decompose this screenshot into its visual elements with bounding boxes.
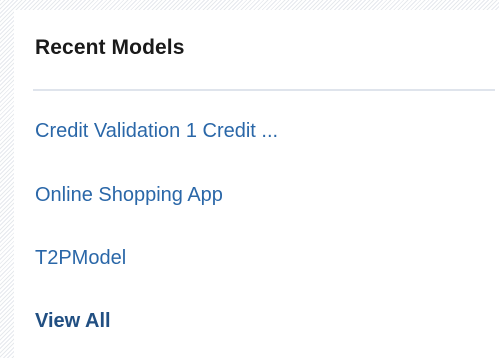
model-link-t2pmodel[interactable]: T2PModel [35,247,126,270]
model-link-credit-validation[interactable]: Credit Validation 1 Credit ... [35,120,278,143]
recent-models-card: Recent Models Credit Validation 1 Credit… [14,10,499,358]
panel-title: Recent Models [35,36,185,59]
recent-models-panel: Recent Models Credit Validation 1 Credit… [0,0,499,358]
model-link-online-shopping-app[interactable]: Online Shopping App [35,184,223,207]
title-divider [33,89,495,91]
hatched-border-left [0,0,14,358]
view-all-link[interactable]: View All [35,310,111,333]
hatched-border-top [0,0,499,10]
